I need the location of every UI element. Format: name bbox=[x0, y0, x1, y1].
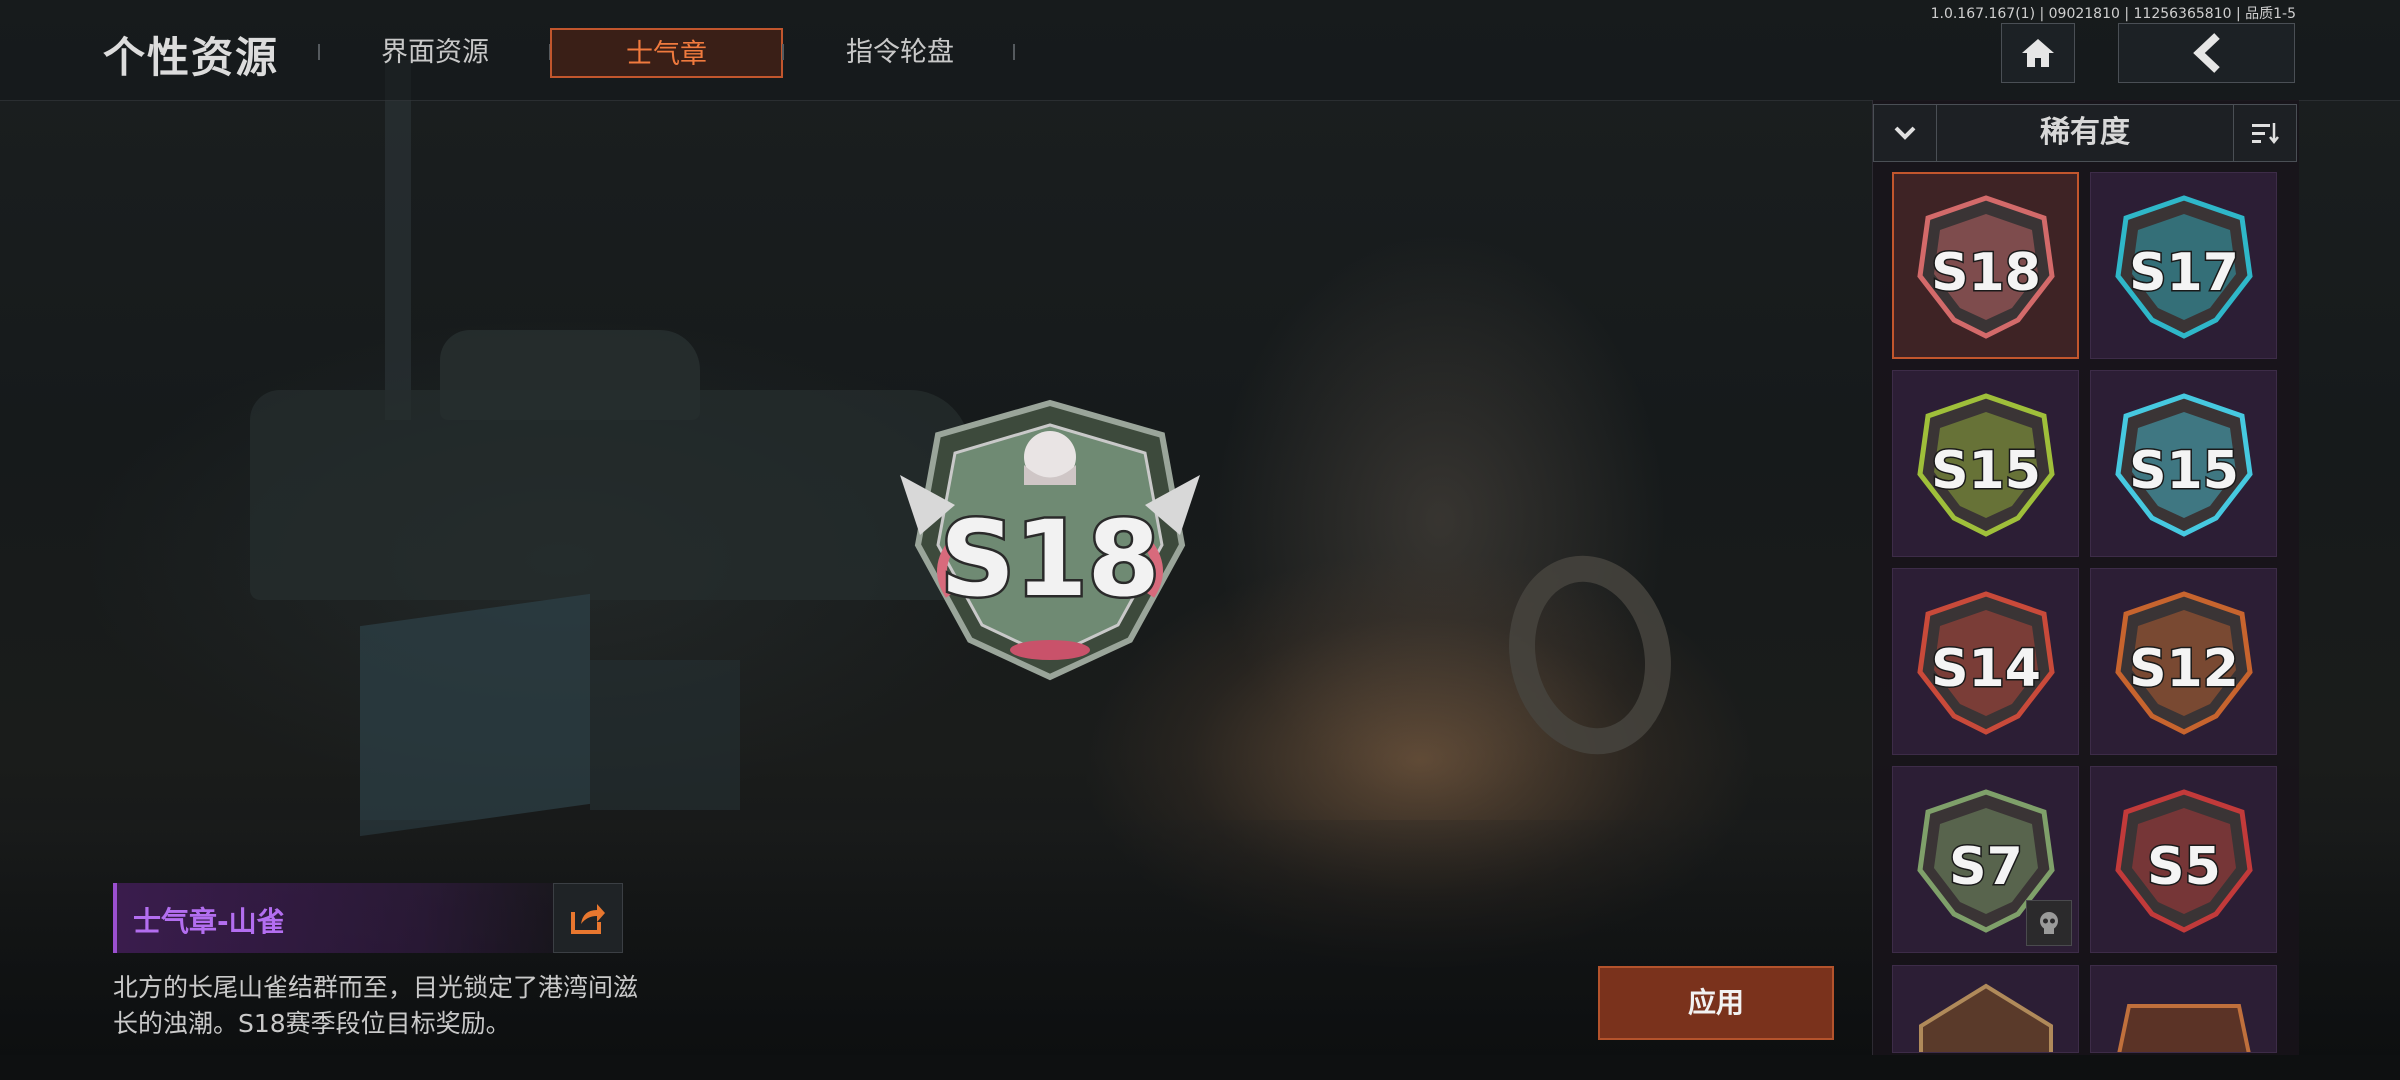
badge-label: S12 bbox=[2129, 639, 2239, 699]
badge-label: S14 bbox=[1931, 639, 2041, 699]
bottom-strip bbox=[0, 1055, 2400, 1080]
scene-tank bbox=[250, 390, 970, 600]
badge-icon: S14 bbox=[1916, 590, 2055, 735]
badge-label: S15 bbox=[1931, 441, 2041, 501]
badge-icon: S17 bbox=[2114, 194, 2253, 339]
back-arrow-icon bbox=[2192, 33, 2220, 73]
badge-item[interactable]: S15 bbox=[2090, 370, 2277, 557]
sort-dropdown-button[interactable] bbox=[1874, 105, 1937, 161]
skull-icon bbox=[2026, 900, 2072, 946]
back-button[interactable] bbox=[2118, 23, 2295, 83]
chevron-down-icon bbox=[1894, 126, 1916, 140]
page-title: 个性资源 bbox=[103, 33, 280, 82]
tab-separator bbox=[318, 44, 320, 60]
sort-order-button[interactable] bbox=[2233, 105, 2296, 161]
badge-label: S17 bbox=[2129, 243, 2239, 303]
tab-command-wheel[interactable]: 指令轮盘 bbox=[805, 28, 995, 78]
scene-crate bbox=[360, 593, 590, 837]
badge-icon bbox=[1918, 983, 2053, 1052]
main-badge-label: S18 bbox=[940, 498, 1160, 620]
badge-icon bbox=[2116, 1004, 2251, 1052]
share-button[interactable] bbox=[553, 883, 623, 953]
badge-item[interactable]: S5 bbox=[2090, 766, 2277, 953]
badge-item-partial[interactable] bbox=[2090, 965, 2277, 1053]
badge-icon: S15 bbox=[2114, 392, 2253, 537]
share-icon bbox=[571, 904, 605, 934]
morale-badge-s18-icon: S18 bbox=[900, 399, 1200, 681]
home-icon bbox=[2022, 39, 2054, 67]
badge-item[interactable]: S17 bbox=[2090, 172, 2277, 359]
item-description: 北方的长尾山雀结群而至，目光锁定了港湾间滋长的浊潮。S18赛季段位目标奖励。 bbox=[113, 973, 639, 1038]
badge-label: S18 bbox=[1931, 243, 2041, 303]
badge-icon: S5 bbox=[2114, 788, 2253, 933]
tab-separator bbox=[1013, 44, 1015, 60]
version-info: 1.0.167.167(1) | 09021810 | 11256365810 … bbox=[1930, 6, 2296, 22]
badge-item[interactable]: S7 bbox=[1892, 766, 2079, 953]
badge-label: S7 bbox=[1949, 837, 2023, 897]
home-button[interactable] bbox=[2001, 23, 2075, 83]
sort-label[interactable]: 稀有度 bbox=[1936, 105, 2234, 161]
sort-bar: 稀有度 bbox=[1873, 104, 2297, 162]
badge-item[interactable]: S12 bbox=[2090, 568, 2277, 755]
badge-icon: S15 bbox=[1916, 392, 2055, 537]
tab-separator bbox=[782, 44, 784, 60]
badge-item[interactable]: S14 bbox=[1892, 568, 2079, 755]
badge-icon: S18 bbox=[1916, 194, 2055, 339]
item-name-bar: 士气章-山雀 bbox=[113, 883, 553, 953]
scene-crate bbox=[590, 660, 740, 810]
sort-order-icon bbox=[2252, 123, 2279, 145]
badge-item-partial[interactable] bbox=[1892, 965, 2079, 1053]
badge-icon: S12 bbox=[2114, 590, 2253, 735]
tab-morale-badge[interactable]: 士气章 bbox=[550, 28, 783, 78]
scene-pole bbox=[385, 60, 411, 420]
badge-label: S15 bbox=[2129, 441, 2239, 501]
apply-button[interactable]: 应用 bbox=[1598, 966, 1834, 1040]
tab-interface-resources[interactable]: 界面资源 bbox=[340, 28, 530, 78]
badge-item[interactable]: S15 bbox=[1892, 370, 2079, 557]
badge-label: S5 bbox=[2147, 837, 2221, 897]
item-name: 士气章-山雀 bbox=[133, 905, 285, 938]
badge-item[interactable]: S18 bbox=[1892, 172, 2079, 359]
